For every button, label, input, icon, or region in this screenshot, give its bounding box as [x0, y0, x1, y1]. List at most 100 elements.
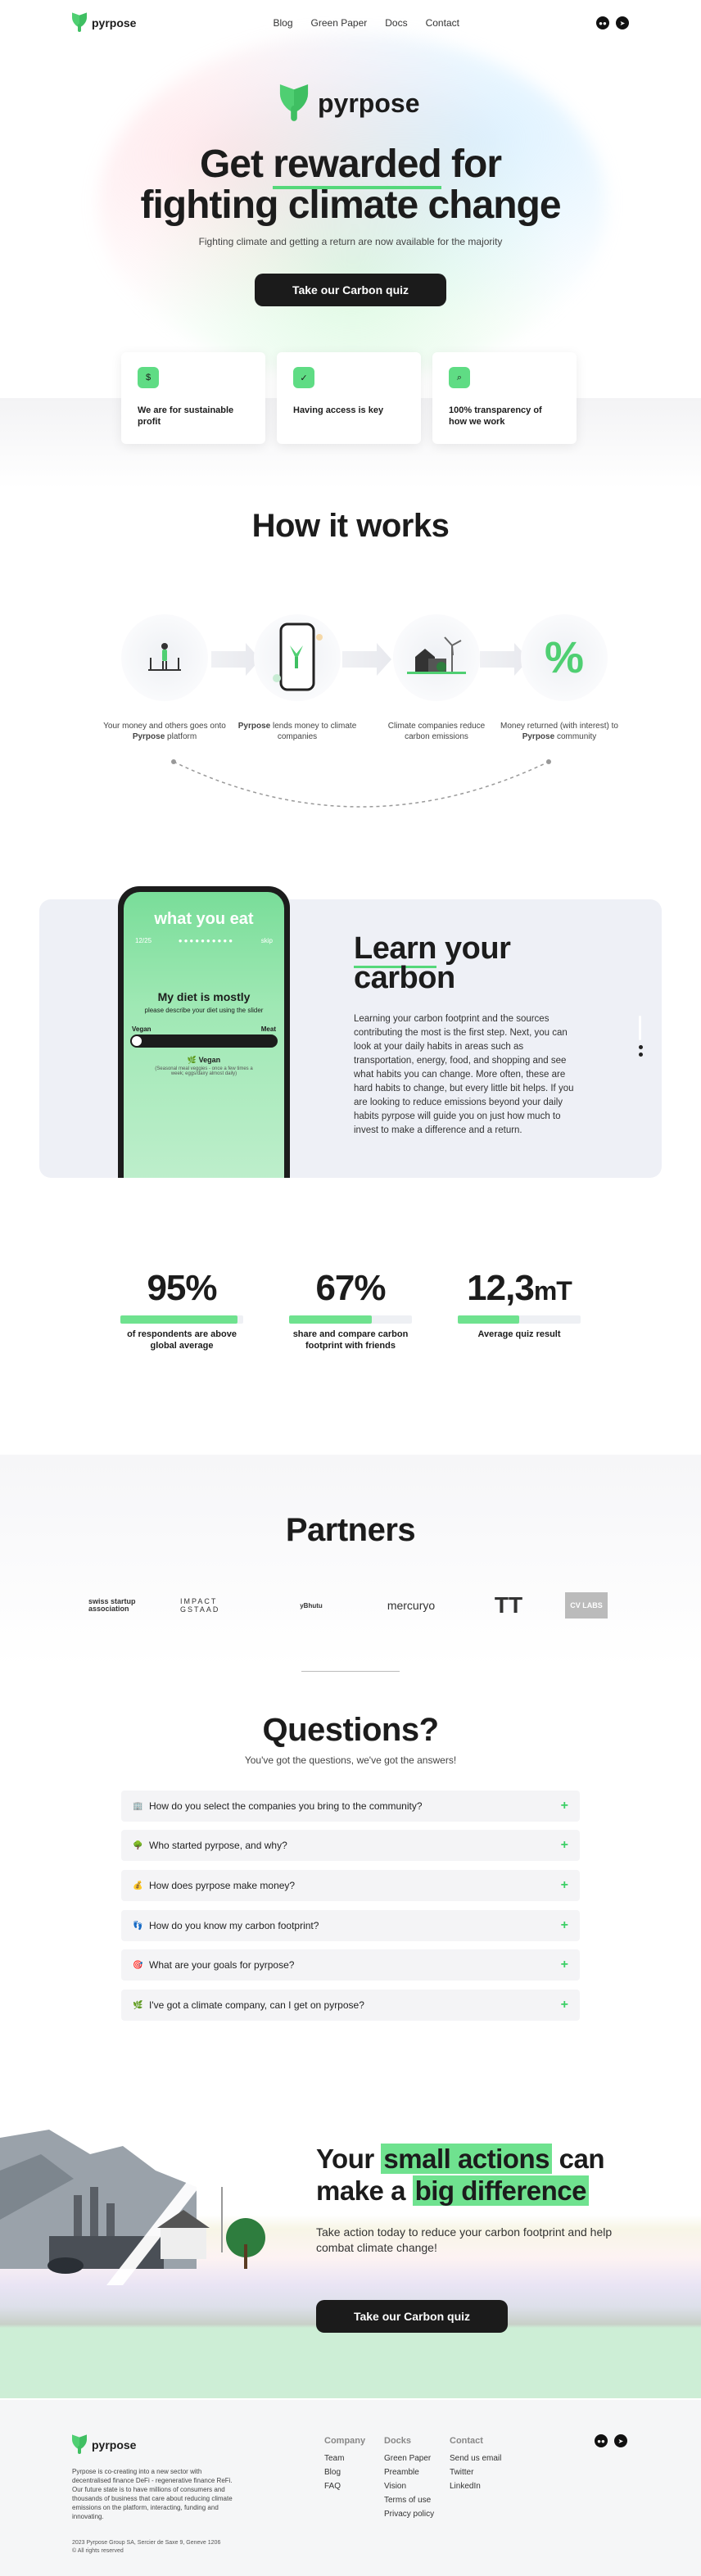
copyright-text: 2023 Pyrpose Group SA, Sercier de Saxe 9… [72, 2540, 221, 2546]
step-caption: Your money and others goes onto Pyrpose … [103, 721, 226, 742]
hero-title-post: for [441, 143, 502, 186]
telegram-icon[interactable]: ➤ [615, 16, 629, 29]
partner-logo-swiss-startup[interactable]: swiss startup association [88, 1589, 146, 1622]
rights-text: © All rights reserved [72, 2548, 124, 2554]
step-bold: Pyrpose [132, 732, 165, 741]
step-text: community [554, 732, 597, 741]
pyrpose-leaf-icon [280, 87, 308, 121]
footer-brand: pyrpose [92, 2438, 137, 2452]
quiz-question: My diet is mostly [157, 990, 251, 1003]
slider-right-label: Meat [260, 1025, 276, 1033]
step-arrow [211, 643, 260, 676]
carousel-dots[interactable] [639, 1016, 643, 1057]
nav-link-green-paper[interactable]: Green Paper [311, 17, 368, 29]
partner-logo-cv-labs[interactable]: CV LABS [565, 1592, 608, 1618]
quiz-answer-desc: (Seasonal meal veggies - once a few time… [155, 1066, 253, 1076]
footer-link[interactable]: Send us email [450, 2452, 501, 2465]
footer-link[interactable]: Privacy policy [384, 2507, 434, 2521]
hero-title: Get rewarded for fighting climate change [0, 143, 701, 227]
step-text: Money returned (with interest) to [500, 722, 618, 731]
faq-emoji: 💰 [133, 1881, 143, 1890]
partner-logo-ybhutu[interactable]: yBhutu [287, 1589, 336, 1622]
stat-label: share and compare carbon footprint with … [292, 1329, 409, 1351]
footer-link[interactable]: Twitter [450, 2465, 501, 2479]
faq-subtitle: You've got the questions, we've got the … [244, 1754, 457, 1766]
faq-item[interactable]: 🎯 What are your goals for pyrpose? + [121, 1949, 580, 1981]
footer-link[interactable]: Blog [324, 2465, 365, 2479]
plus-icon[interactable]: + [561, 1998, 568, 2012]
stat-label: of respondents are above global average [127, 1329, 237, 1351]
stat-block: 12,3mT Average quiz result [454, 1268, 585, 1340]
stat-label: Average quiz result [477, 1329, 561, 1339]
stat-bar [289, 1315, 412, 1324]
quiz-hint: please describe your diet using the slid… [144, 1007, 264, 1014]
faq-item[interactable]: 💰 How does pyrpose make money? + [121, 1870, 580, 1901]
footer-link[interactable]: Vision [384, 2479, 434, 2493]
faq-title: Questions? [262, 1712, 439, 1748]
faq-item[interactable]: 🌿 I've got a climate company, can I get o… [121, 1990, 580, 2021]
nav-socials: ●● ➤ [595, 16, 629, 29]
feature-text: Having access is key [293, 405, 384, 415]
partner-logo-impact-gstaad[interactable]: IMPACT GSTAAD [180, 1589, 254, 1622]
faq-question: How does pyrpose make money? [149, 1880, 296, 1891]
stat-block: 95% of respondents are above global aver… [116, 1268, 247, 1351]
pyrpose-leaf-icon [72, 2436, 87, 2454]
stat-value: 67% [315, 1268, 386, 1308]
learn-title: Learn your carbon [354, 931, 511, 994]
medium-icon[interactable]: ●● [595, 16, 609, 29]
footer-link[interactable]: FAQ [324, 2479, 365, 2493]
stat-bar [120, 1315, 243, 1324]
footer-logo[interactable]: pyrpose [72, 2436, 136, 2454]
quiz-skip[interactable]: skip [261, 937, 273, 944]
nav-link-docs[interactable]: Docs [385, 17, 407, 29]
footer-link[interactable]: Terms of use [384, 2493, 434, 2507]
percent-glyph: % [544, 633, 584, 682]
footer-copyright: 2023 Pyrpose Group SA, Sercier de Saxe 9… [72, 2539, 236, 2556]
footer-column-title: Company [324, 2436, 366, 2446]
footer-link[interactable]: Preamble [384, 2465, 434, 2479]
hero-title-highlight: rewarded [273, 143, 442, 189]
plus-icon[interactable]: + [561, 1838, 568, 1853]
plus-icon[interactable]: + [561, 1918, 568, 1933]
step-arrow [342, 643, 391, 676]
partner-logo-tt[interactable]: TT [488, 1589, 529, 1622]
faq-item[interactable]: 👣 How do you know my carbon footprint? + [121, 1910, 580, 1941]
partner-logo-mercuryo[interactable]: mercuryo [370, 1589, 452, 1622]
footer-link[interactable]: Green Paper [384, 2452, 434, 2465]
hero-title-line2: fighting climate change [140, 183, 561, 227]
diet-slider[interactable] [130, 1034, 278, 1048]
partners-band [0, 1455, 701, 1668]
carbon-quiz-button[interactable]: Take our Carbon quiz [316, 2300, 508, 2333]
plus-icon[interactable]: + [561, 1799, 568, 1813]
telegram-icon[interactable]: ➤ [614, 2434, 627, 2447]
cta-highlight: small actions [381, 2144, 552, 2174]
hero-title-pre: Get [199, 143, 274, 186]
quiz-header: what you eat [154, 910, 254, 928]
footer-column-contact: Contact Send us email Twitter LinkedIn [450, 2434, 501, 2493]
plus-icon[interactable]: + [561, 1878, 568, 1893]
footer-link[interactable]: LinkedIn [450, 2479, 501, 2493]
stat-block: 67% share and compare carbon footprint w… [285, 1268, 416, 1351]
step-text: Climate companies reduce carbon emission… [387, 722, 486, 741]
section-divider [301, 1671, 400, 1672]
pyrpose-leaf-icon [72, 14, 87, 32]
nav-link-contact[interactable]: Contact [426, 17, 459, 29]
money-bag-icon: $ [138, 367, 159, 388]
slider-handle[interactable] [132, 1036, 142, 1046]
footer-link[interactable]: Team [324, 2452, 365, 2465]
carbon-quiz-button[interactable]: Take our Carbon quiz [255, 274, 446, 306]
industry-illustration [0, 2130, 265, 2285]
faq-item[interactable]: 🏢 How do you select the companies you bri… [121, 1791, 580, 1822]
medium-icon[interactable]: ●● [595, 2434, 608, 2447]
nav-menu: Blog Green Paper Docs Contact [274, 17, 459, 29]
stat-bar-fill [289, 1315, 372, 1324]
person-platform-icon [121, 614, 208, 701]
brand-logo[interactable]: pyrpose [72, 14, 136, 32]
nav-link-blog[interactable]: Blog [274, 17, 293, 29]
phone-leaf-icon [254, 614, 341, 701]
plus-icon[interactable]: + [561, 1958, 568, 1972]
faq-item[interactable]: 🌳 Who started pyrpose, and why? + [121, 1830, 580, 1861]
footer-description: Pyrpose is co-creating into a new sector… [72, 2468, 233, 2520]
stat-unit: mT [533, 1276, 572, 1306]
step-caption: Money returned (with interest) to Pyrpos… [498, 721, 621, 742]
